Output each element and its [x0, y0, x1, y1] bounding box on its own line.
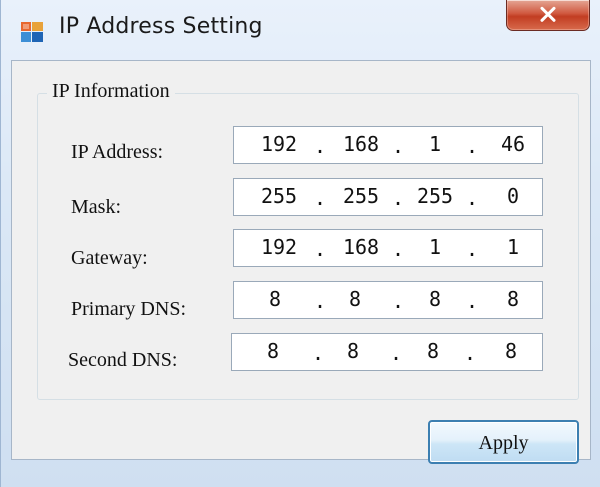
octet-separator: . — [390, 341, 403, 365]
mask-octet-4[interactable]: 0 — [488, 184, 538, 208]
title-bar[interactable]: IP Address Setting — [1, 0, 600, 60]
second-dns-octet-4[interactable]: 8 — [486, 339, 536, 363]
octet-separator: . — [392, 186, 405, 210]
second-dns-octet-3[interactable]: 8 — [408, 339, 458, 363]
close-button[interactable] — [506, 0, 590, 31]
ip-address-input[interactable]: 192 . 168 . 1 . 46 — [233, 126, 543, 164]
octet-separator: . — [466, 237, 479, 261]
ip-address-octet-1[interactable]: 192 — [254, 132, 304, 156]
second-dns-octet-1[interactable]: 8 — [248, 339, 298, 363]
octet-separator: . — [392, 289, 405, 313]
gateway-octet-4[interactable]: 1 — [488, 235, 538, 259]
octet-separator: . — [392, 237, 405, 261]
gateway-label: Gateway: — [71, 247, 148, 269]
ip-address-label: IP Address: — [71, 141, 164, 163]
close-icon — [540, 6, 556, 22]
primary-dns-label: Primary DNS: — [71, 298, 186, 320]
octet-separator: . — [314, 186, 327, 210]
gateway-input[interactable]: 192 . 168 . 1 . 1 — [233, 229, 543, 267]
ip-address-octet-4[interactable]: 46 — [488, 132, 538, 156]
ip-address-octet-2[interactable]: 168 — [336, 132, 386, 156]
primary-dns-input[interactable]: 8 . 8 . 8 . 8 — [233, 281, 543, 319]
second-dns-input[interactable]: 8 . 8 . 8 . 8 — [231, 333, 543, 371]
octet-separator: . — [314, 134, 327, 158]
octet-separator: . — [392, 134, 405, 158]
mask-octet-3[interactable]: 255 — [410, 184, 460, 208]
octet-separator: . — [312, 341, 325, 365]
mask-label: Mask: — [71, 196, 121, 218]
octet-separator: . — [466, 134, 479, 158]
apply-button[interactable]: Apply — [428, 420, 579, 464]
gateway-octet-2[interactable]: 168 — [336, 235, 386, 259]
octet-separator: . — [466, 289, 479, 313]
ip-settings-window: IP Address Setting IP Information IP Add… — [0, 0, 600, 487]
second-dns-octet-2[interactable]: 8 — [328, 339, 378, 363]
octet-separator: . — [314, 289, 327, 313]
ip-address-octet-3[interactable]: 1 — [410, 132, 460, 156]
second-dns-label: Second DNS: — [68, 349, 178, 371]
gateway-octet-1[interactable]: 192 — [254, 235, 304, 259]
primary-dns-octet-4[interactable]: 8 — [488, 287, 538, 311]
octet-separator: . — [314, 237, 327, 261]
octet-separator: . — [464, 341, 477, 365]
gateway-octet-3[interactable]: 1 — [410, 235, 460, 259]
octet-separator: . — [466, 186, 479, 210]
primary-dns-octet-1[interactable]: 8 — [250, 287, 300, 311]
network-settings-icon — [21, 22, 43, 42]
group-legend: IP Information — [47, 80, 175, 103]
primary-dns-octet-3[interactable]: 8 — [410, 287, 460, 311]
window-title: IP Address Setting — [59, 14, 263, 39]
mask-input[interactable]: 255 . 255 . 255 . 0 — [233, 178, 543, 216]
mask-octet-2[interactable]: 255 — [336, 184, 386, 208]
mask-octet-1[interactable]: 255 — [254, 184, 304, 208]
primary-dns-octet-2[interactable]: 8 — [330, 287, 380, 311]
